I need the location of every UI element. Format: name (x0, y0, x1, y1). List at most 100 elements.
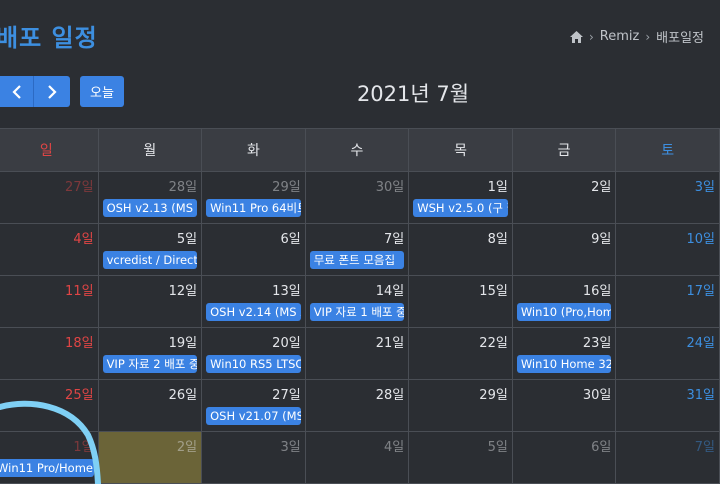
day-number: 14일 (375, 284, 405, 299)
breadcrumb-item-remiz[interactable]: Remiz (600, 29, 640, 44)
day-number: 29일 (272, 180, 301, 195)
day-cell[interactable]: 7일 무료 폰트 모음집 (304, 223, 410, 276)
day-number: 2일 (591, 180, 612, 195)
day-cell[interactable]: 5일 (408, 431, 513, 484)
calendar-grid: 일 월 화 수 목 금 토 27일 28일 OSH v2.13 (MS 오 29일 Wi… (0, 128, 720, 484)
day-number: 13일 (272, 284, 301, 299)
day-number: 15일 (479, 284, 508, 299)
day-number: 17일 (686, 284, 715, 299)
day-cell[interactable]: 1일 Win11 Pro/Home (0, 431, 99, 484)
day-cell[interactable]: 7일 (615, 431, 720, 484)
chevron-right-icon: › (645, 29, 651, 44)
day-number: 22일 (479, 336, 508, 351)
day-number: 5일 (487, 440, 508, 455)
day-cell[interactable]: 17일 (615, 275, 720, 328)
day-cell[interactable]: 16일 Win10 (Pro,Home (511, 275, 617, 328)
day-cell[interactable]: 18일 (0, 327, 99, 380)
day-cell[interactable]: 14일 VIP 자료 1 배포 중 (304, 275, 410, 328)
day-cell[interactable]: 22일 (408, 327, 513, 380)
day-cell[interactable]: 3일 (615, 171, 720, 224)
day-cell[interactable]: 19일 VIP 자료 2 배포 중 (97, 327, 203, 380)
day-number: 24일 (686, 336, 715, 351)
day-cell[interactable]: 21일 (304, 327, 410, 380)
calendar-event[interactable]: 무료 폰트 모음집 (309, 251, 405, 269)
day-number: 16일 (582, 284, 612, 299)
day-cell[interactable]: 27일 OSH v21.07 (MS 오 (201, 379, 306, 432)
day-cell[interactable]: 13일 OSH v2.14 (MS 오 (201, 275, 306, 328)
calendar-event[interactable]: Win10 (Pro,Home (516, 303, 612, 321)
day-number: 28일 (168, 180, 198, 195)
week-row: 25일 26일 27일 OSH v21.07 (MS 오 28일 29일 30일 31일 (0, 379, 720, 432)
day-number: 6일 (591, 440, 612, 455)
day-cell[interactable]: 29일 (408, 379, 513, 432)
day-number: 11일 (65, 284, 94, 299)
calendar-event[interactable]: OSH v2.13 (MS 오 (102, 199, 198, 217)
calendar-event[interactable]: OSH v2.14 (MS 오 (206, 303, 301, 321)
calendar-event[interactable]: vcredist / DirectX (102, 251, 198, 269)
day-cell[interactable]: 4일 (0, 223, 99, 276)
calendar-event[interactable]: VIP 자료 1 배포 중 (309, 303, 405, 321)
day-cell[interactable]: 3일 (201, 431, 306, 484)
day-number: 1일 (73, 440, 94, 455)
day-number: 2일 (176, 440, 198, 455)
day-cell[interactable]: 28일 OSH v2.13 (MS 오 (97, 171, 203, 224)
weekday-fri: 금 (511, 128, 617, 172)
day-cell[interactable]: 6일 (201, 223, 306, 276)
week-row: 4일 5일 vcredist / DirectX 6일 7일 무료 폰트 모음집 8일 9일 1… (0, 223, 720, 276)
calendar-event[interactable]: OSH v21.07 (MS 오 (206, 407, 301, 425)
day-number: 31일 (686, 388, 715, 403)
day-cell[interactable]: 6일 (511, 431, 617, 484)
day-cell[interactable]: 26일 (97, 379, 203, 432)
day-cell[interactable]: 4일 (304, 431, 410, 484)
day-cell[interactable]: 2일 (511, 171, 617, 224)
day-number: 27일 (272, 388, 301, 403)
chevron-right-icon: › (588, 29, 594, 44)
home-icon[interactable] (569, 30, 583, 43)
day-number: 19일 (168, 336, 198, 351)
day-cell[interactable]: 30일 (304, 171, 410, 224)
breadcrumb: › Remiz › 배포일정 (569, 27, 704, 46)
day-number: 30일 (375, 180, 405, 195)
page-title: 배포 일정 (0, 24, 98, 52)
day-cell[interactable]: 1일 WSH v2.5.0 (구 필 (408, 171, 513, 224)
day-cell[interactable]: 27일 (0, 171, 99, 224)
weekday-mon: 월 (97, 128, 203, 172)
calendar-event[interactable]: Win11 Pro 64비트 (206, 199, 301, 217)
day-cell[interactable]: 23일 Win10 Home 32비 (511, 327, 617, 380)
day-cell[interactable]: 31일 (615, 379, 720, 432)
day-number: 7일 (694, 440, 715, 455)
week-row: 11일 12일 13일 OSH v2.14 (MS 오 14일 VIP 자료 1 배포 중… (0, 275, 720, 328)
day-number: 28일 (375, 388, 405, 403)
day-cell[interactable]: 5일 vcredist / DirectX (97, 223, 203, 276)
day-number: 23일 (582, 336, 612, 351)
day-cell[interactable]: 12일 (97, 275, 203, 328)
calendar-event[interactable]: WSH v2.5.0 (구 필 (413, 199, 508, 217)
day-cell[interactable]: 30일 (511, 379, 617, 432)
day-number: 9일 (591, 232, 612, 247)
day-cell[interactable]: 8일 (408, 223, 513, 276)
calendar-event[interactable]: VIP 자료 2 배포 중 (102, 355, 198, 373)
weekday-sat: 토 (615, 128, 720, 172)
day-cell[interactable]: 11일 (0, 275, 99, 328)
day-number: 6일 (280, 232, 301, 247)
day-number: 27일 (65, 180, 94, 195)
day-cell[interactable]: 28일 (304, 379, 410, 432)
day-cell[interactable]: 20일 Win10 RS5 LTSC 6 (201, 327, 306, 380)
day-cell[interactable]: 24일 (615, 327, 720, 380)
day-cell[interactable]: 10일 (615, 223, 720, 276)
calendar-event[interactable]: Win10 RS5 LTSC 6 (206, 355, 301, 373)
month-title: 2021년 7월 (356, 82, 470, 106)
day-cell[interactable]: 9일 (511, 223, 617, 276)
day-number: 29일 (479, 388, 508, 403)
day-number: 10일 (686, 232, 715, 247)
day-number: 1일 (487, 180, 508, 195)
calendar-event[interactable]: Win10 Home 32비 (516, 355, 612, 373)
day-cell[interactable]: 2일 (97, 431, 203, 484)
day-number: 4일 (384, 440, 405, 455)
weekday-tue: 화 (201, 128, 306, 172)
day-cell[interactable]: 25일 (0, 379, 99, 432)
calendar-event[interactable]: Win11 Pro/Home (0, 459, 94, 477)
day-number: 18일 (65, 336, 94, 351)
day-cell[interactable]: 29일 Win11 Pro 64비트 (201, 171, 306, 224)
day-cell[interactable]: 15일 (408, 275, 513, 328)
